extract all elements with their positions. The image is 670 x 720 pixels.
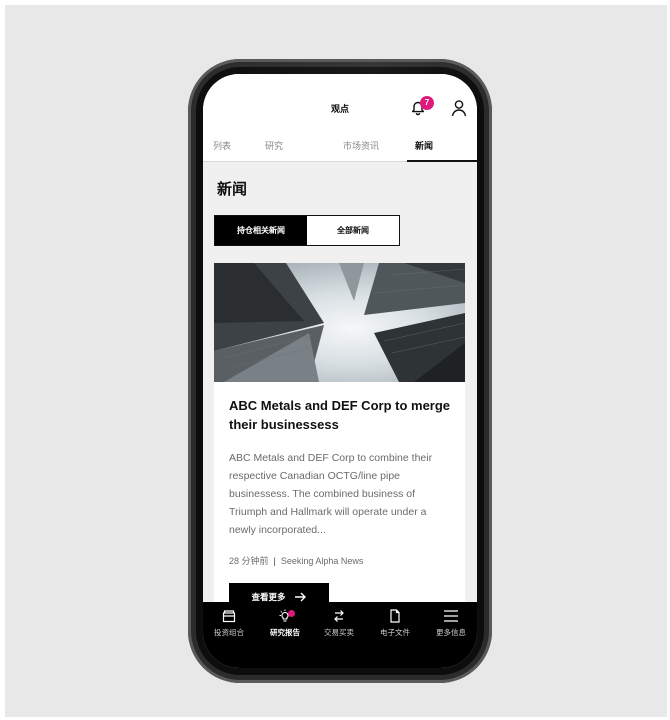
article-time: 28 分钟前 xyxy=(229,556,269,566)
filter-all-news[interactable]: 全部新闻 xyxy=(307,216,399,245)
tab-research[interactable]: 研究 xyxy=(265,139,283,152)
nav-portfolio[interactable]: 投资组合 xyxy=(203,609,257,638)
article-headline[interactable]: ABC Metals and DEF Corp to merge their b… xyxy=(229,396,454,434)
nav-trading[interactable]: 交易买卖 xyxy=(311,609,367,638)
tab-market-info[interactable]: 市场资讯 xyxy=(343,139,379,152)
nav-unread-dot xyxy=(288,610,295,617)
active-tab-indicator xyxy=(407,160,477,162)
skyscrapers-photo xyxy=(214,263,465,382)
bottom-navigation: 投资组合 研究报告 交易买卖 电子文件 更多信息 xyxy=(203,602,477,668)
nav-research-label: 研究报告 xyxy=(270,628,300,637)
nav-documents[interactable]: 电子文件 xyxy=(367,609,423,638)
article-image xyxy=(214,263,465,382)
tab-list[interactable]: 列表 xyxy=(213,139,231,152)
article-source: Seeking Alpha News xyxy=(280,556,364,566)
arrow-right-icon xyxy=(294,592,306,602)
section-title: 新闻 xyxy=(217,181,248,198)
meta-separator: | xyxy=(273,556,276,566)
page-title: 观点 xyxy=(330,104,349,114)
nav-trading-label: 交易买卖 xyxy=(324,628,354,637)
tab-news[interactable]: 新闻 xyxy=(415,139,433,152)
menu-icon xyxy=(444,610,458,622)
filter-holdings-news[interactable]: 持仓相关新闻 xyxy=(215,216,307,245)
nav-more[interactable]: 更多信息 xyxy=(423,609,477,638)
user-icon[interactable] xyxy=(451,99,467,117)
tab-bar: 列表 研究 市场资讯 新闻 xyxy=(203,134,477,162)
swap-icon xyxy=(334,610,344,622)
nav-portfolio-label: 投资组合 xyxy=(214,628,244,637)
phone-screen: 观点 7 列表 研究 市场资讯 新闻 新闻 持仓相关新闻 全部新闻 ABC Me… xyxy=(203,74,477,668)
news-card[interactable]: ABC Metals and DEF Corp to merge their b… xyxy=(214,263,465,623)
nav-research-reports[interactable]: 研究报告 xyxy=(257,609,313,638)
nav-more-label: 更多信息 xyxy=(436,628,466,637)
document-icon xyxy=(390,609,400,623)
nav-documents-label: 电子文件 xyxy=(380,628,410,637)
article-meta: 28 分钟前 | Seeking Alpha News xyxy=(229,554,363,567)
app-header: 观点 7 xyxy=(203,74,477,134)
news-filter-toggle: 持仓相关新闻 全部新闻 xyxy=(214,215,400,246)
notification-badge: 7 xyxy=(420,96,434,110)
article-summary: ABC Metals and DEF Corp to combine their… xyxy=(229,452,433,536)
folder-icon xyxy=(222,610,236,623)
